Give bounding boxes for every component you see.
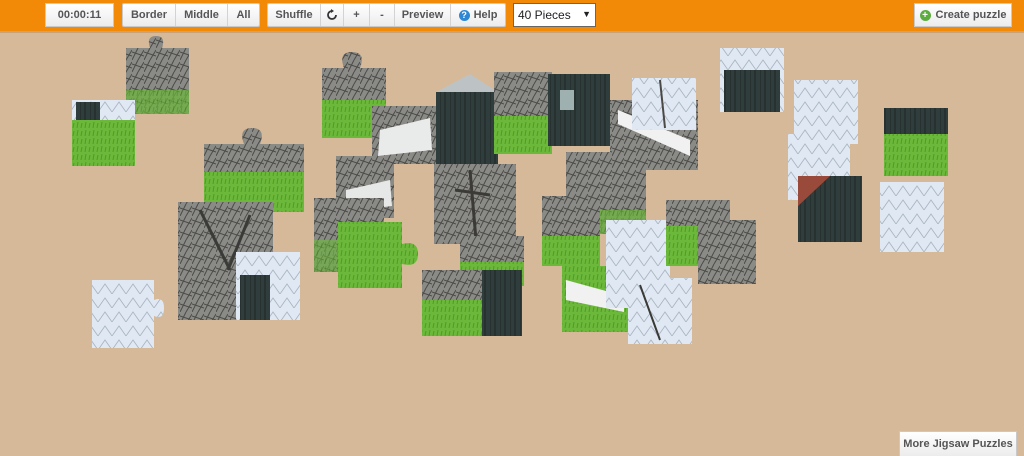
piece-filter-group: Border Middle All bbox=[122, 3, 260, 27]
rotate-icon bbox=[327, 9, 337, 20]
puzzle-piece[interactable] bbox=[798, 176, 862, 242]
create-puzzle-button[interactable]: + Create puzzle bbox=[914, 3, 1012, 27]
puzzle-piece[interactable] bbox=[92, 280, 164, 348]
puzzle-piece[interactable] bbox=[338, 222, 418, 288]
timer-display: 00:00:11 bbox=[45, 3, 114, 27]
puzzle-board[interactable] bbox=[0, 33, 1024, 456]
filter-all-button[interactable]: All bbox=[228, 4, 259, 26]
filter-middle-button[interactable]: Middle bbox=[176, 4, 228, 26]
puzzle-piece[interactable] bbox=[372, 106, 440, 164]
help-icon: ? bbox=[458, 9, 470, 21]
puzzle-piece[interactable] bbox=[494, 72, 552, 154]
puzzle-piece[interactable] bbox=[628, 278, 692, 344]
puzzle-piece[interactable] bbox=[126, 36, 189, 114]
puzzle-piece[interactable] bbox=[720, 48, 784, 112]
zoom-out-button[interactable]: - bbox=[370, 4, 395, 26]
puzzle-piece[interactable] bbox=[436, 74, 498, 164]
puzzle-piece[interactable] bbox=[884, 108, 948, 176]
chevron-down-icon: ▼ bbox=[582, 9, 591, 19]
puzzle-piece[interactable] bbox=[422, 270, 486, 336]
puzzle-piece[interactable] bbox=[542, 196, 600, 266]
filter-border-button[interactable]: Border bbox=[123, 4, 176, 26]
shuffle-button[interactable]: Shuffle bbox=[268, 4, 321, 26]
puzzle-piece[interactable] bbox=[698, 220, 756, 284]
puzzle-pieces-layer bbox=[72, 36, 948, 348]
help-button[interactable]: ? Help bbox=[451, 4, 505, 26]
piece-count-select[interactable]: 40 Pieces ▼ bbox=[513, 3, 596, 27]
action-group: Shuffle + - Preview ? Help bbox=[267, 3, 506, 27]
puzzle-piece[interactable] bbox=[204, 128, 304, 212]
more-jigsaw-puzzles-button[interactable]: More Jigsaw Puzzles bbox=[899, 431, 1017, 456]
rotate-button[interactable] bbox=[321, 4, 344, 26]
puzzle-piece[interactable] bbox=[548, 74, 610, 146]
puzzle-piece[interactable] bbox=[236, 252, 300, 320]
puzzle-piece[interactable] bbox=[72, 100, 135, 166]
preview-button[interactable]: Preview bbox=[395, 4, 451, 26]
puzzle-piece[interactable] bbox=[632, 78, 696, 130]
help-label: Help bbox=[473, 9, 498, 21]
puzzle-piece[interactable] bbox=[434, 164, 516, 244]
toolbar: 00:00:11 Border Middle All Shuffle + - P… bbox=[0, 0, 1024, 33]
piece-count-value: 40 Pieces bbox=[518, 8, 571, 22]
puzzle-piece[interactable] bbox=[880, 182, 944, 252]
puzzle-piece[interactable] bbox=[482, 270, 522, 336]
zoom-in-button[interactable]: + bbox=[344, 4, 370, 26]
add-circle-icon: + bbox=[919, 9, 931, 21]
create-puzzle-label: Create puzzle bbox=[935, 9, 1007, 21]
